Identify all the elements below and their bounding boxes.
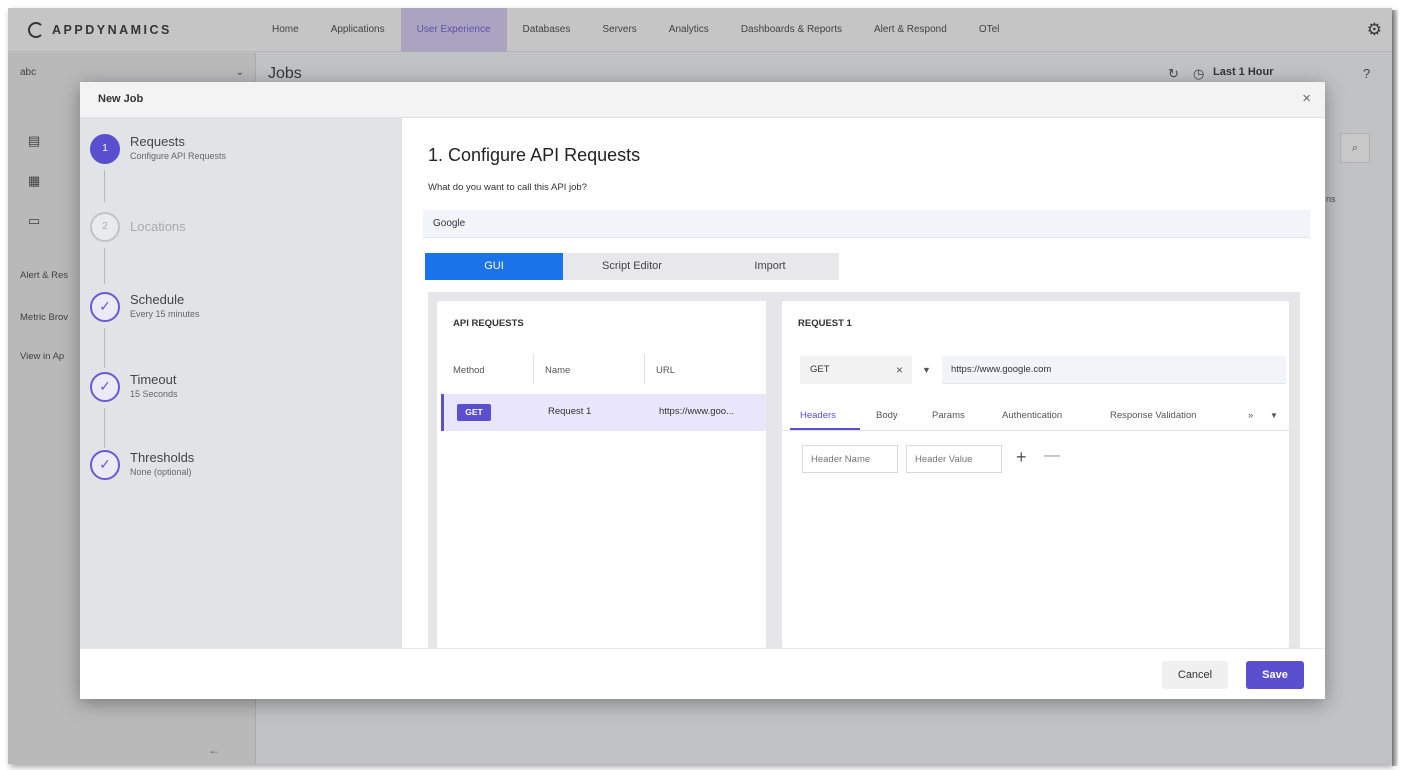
column-divider	[644, 354, 645, 384]
table-row[interactable]: GET Request 1 https://www.goo...	[441, 394, 766, 431]
modal-footer: Cancel Save	[80, 648, 1325, 699]
request-tabs: Headers Body Params Authentication Respo…	[782, 401, 1289, 431]
column-header-name: Name	[545, 365, 571, 376]
tab-import[interactable]: Import	[701, 253, 839, 280]
checkmark-icon: ✓	[90, 292, 120, 322]
header-name-input[interactable]	[802, 445, 898, 473]
step-title: Thresholds	[130, 450, 195, 465]
new-job-modal: New Job × 1 Requests Configure API Reque…	[80, 82, 1325, 699]
step-title: Requests	[130, 134, 185, 149]
step-connector	[104, 408, 105, 448]
tab-headers[interactable]: Headers	[800, 410, 836, 421]
tab-params[interactable]: Params	[932, 410, 965, 421]
header-value-input[interactable]	[906, 445, 1002, 473]
job-name-label: What do you want to call this API job?	[428, 182, 587, 193]
step-subtitle: Configure API Requests	[130, 151, 227, 161]
app-window: APPDYNAMICS Home Applications User Exper…	[8, 8, 1392, 764]
column-divider	[533, 354, 534, 384]
close-icon[interactable]: ×	[1302, 90, 1311, 107]
wizard-steps: 1 Requests Configure API Requests 2 Loca…	[80, 118, 402, 648]
add-header-icon[interactable]: +	[1016, 447, 1027, 468]
tab-gui[interactable]: GUI	[425, 253, 563, 280]
remove-header-icon[interactable]: —	[1044, 447, 1060, 465]
cancel-button[interactable]: Cancel	[1162, 661, 1228, 689]
step-number: 1	[90, 134, 120, 164]
tab-authentication[interactable]: Authentication	[1002, 410, 1062, 421]
step-connector	[104, 248, 105, 284]
checkmark-icon: ✓	[90, 450, 120, 480]
more-tabs-icon[interactable]: »	[1248, 410, 1253, 421]
mode-tabs: GUI Script Editor Import	[425, 253, 839, 280]
api-requests-heading: API REQUESTS	[453, 318, 524, 329]
step-content: 1. Configure API Requests What do you wa…	[402, 118, 1325, 648]
request-detail-panel: REQUEST 1 GET × ▼ Headers Body Params Au…	[782, 301, 1289, 648]
clear-icon[interactable]: ×	[896, 356, 903, 384]
column-header-url: URL	[656, 365, 676, 376]
tab-script-editor[interactable]: Script Editor	[563, 253, 701, 280]
modal-title: New Job	[98, 93, 144, 105]
request-name: Request 1	[548, 406, 592, 417]
caret-down-icon[interactable]: ▼	[922, 356, 931, 384]
section-heading: 1. Configure API Requests	[428, 145, 641, 165]
step-connector	[104, 328, 105, 368]
request-heading: REQUEST 1	[798, 318, 852, 329]
step-connector	[104, 170, 105, 202]
tab-response-validation[interactable]: Response Validation	[1110, 410, 1196, 421]
job-name-input[interactable]	[423, 210, 1310, 238]
method-badge: GET	[457, 404, 491, 421]
save-button[interactable]: Save	[1246, 661, 1304, 689]
step-title: Locations	[130, 219, 186, 234]
step-title: Timeout	[130, 372, 177, 387]
request-workarea: API REQUESTS Method Name URL GET Request…	[428, 292, 1300, 648]
request-url: https://www.goo...	[659, 406, 734, 417]
modal-header: New Job ×	[80, 82, 1325, 118]
tab-body[interactable]: Body	[876, 410, 898, 421]
api-requests-panel: API REQUESTS Method Name URL GET Request…	[437, 301, 766, 648]
step-subtitle: None (optional)	[130, 467, 192, 477]
step-title: Schedule	[130, 292, 185, 307]
step-subtitle: Every 15 minutes	[130, 309, 200, 319]
step-number: 2	[90, 212, 120, 242]
url-input[interactable]	[942, 356, 1286, 384]
checkmark-icon: ✓	[90, 372, 120, 402]
window-shadow	[1392, 10, 1398, 766]
step-subtitle: 15 Seconds	[130, 389, 178, 399]
caret-down-icon[interactable]: ▼	[1270, 411, 1278, 420]
column-header-method: Method	[453, 365, 485, 376]
active-tab-indicator	[790, 428, 860, 430]
